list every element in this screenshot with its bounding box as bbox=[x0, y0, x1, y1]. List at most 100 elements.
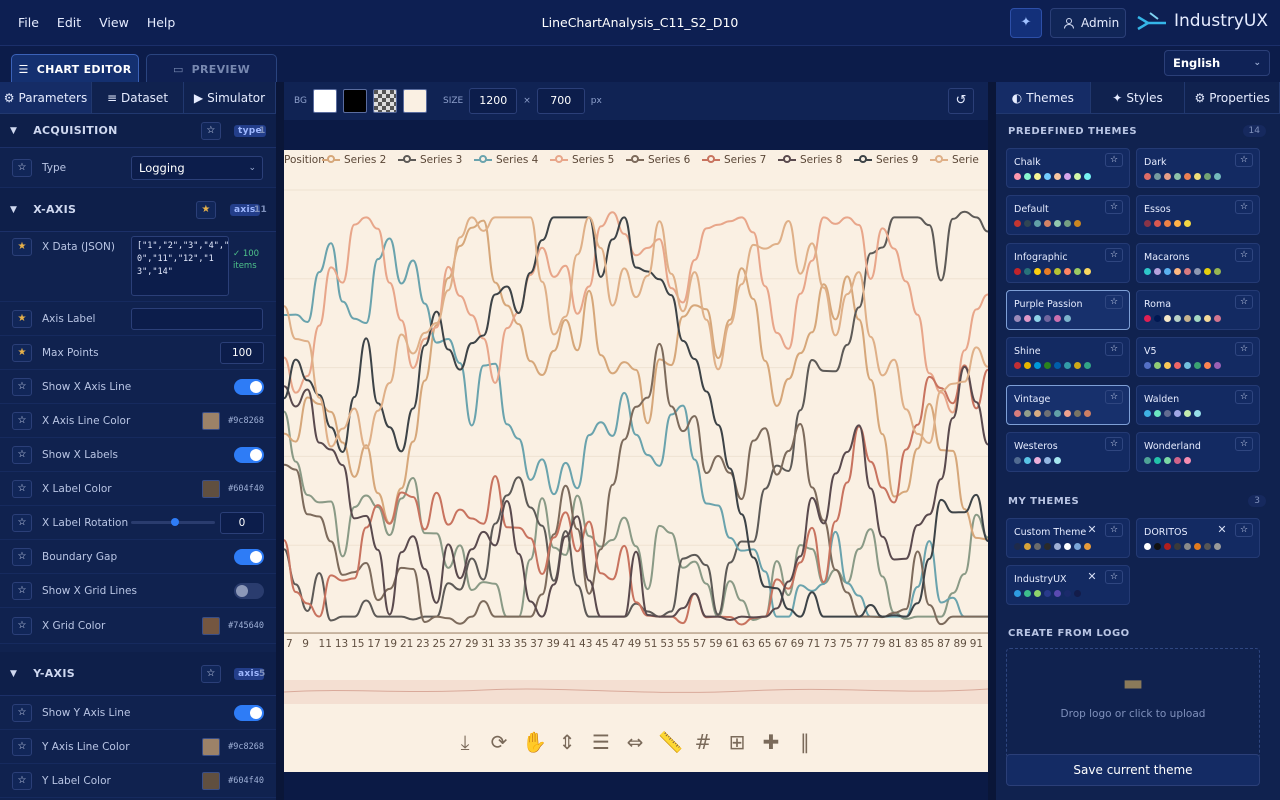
show-x-axis-line-toggle[interactable] bbox=[234, 378, 264, 395]
vertical-zoom-icon[interactable]: ⇕ bbox=[556, 730, 578, 754]
star-icon[interactable]: ☆ bbox=[12, 771, 32, 790]
star-icon[interactable]: ☆ bbox=[1235, 436, 1253, 451]
lines-icon[interactable]: ☰ bbox=[590, 730, 612, 754]
bg-black-swatch[interactable] bbox=[343, 89, 367, 113]
show-y-axis-line-toggle[interactable] bbox=[234, 704, 264, 721]
y-axis-line-color-swatch[interactable] bbox=[202, 737, 220, 756]
star-icon[interactable]: ★ bbox=[196, 200, 216, 219]
star-icon[interactable]: ☆ bbox=[1235, 153, 1253, 167]
star-icon[interactable]: ☆ bbox=[12, 479, 32, 498]
show-x-labels-toggle[interactable] bbox=[234, 446, 264, 463]
theme-card[interactable]: DORITOS ☆ ✕ bbox=[1136, 518, 1260, 558]
theme-card[interactable]: Purple Passion ☆ bbox=[1006, 289, 1130, 330]
x-data-textarea[interactable]: ["1","2","3","4","5","6","7","8","9","10… bbox=[131, 236, 229, 296]
star-icon[interactable]: ★ bbox=[12, 309, 32, 328]
theme-card[interactable]: Walden ☆ bbox=[1136, 384, 1260, 425]
star-icon[interactable]: ☆ bbox=[1105, 523, 1123, 537]
line-chart-plot[interactable] bbox=[284, 150, 988, 634]
download-icon[interactable]: ⤓ bbox=[454, 730, 476, 754]
star-icon[interactable]: ☆ bbox=[1105, 200, 1123, 215]
show-x-grid-toggle[interactable] bbox=[234, 582, 264, 599]
close-icon[interactable]: ✕ bbox=[1083, 570, 1101, 584]
theme-card[interactable]: Essos ☆ bbox=[1136, 195, 1260, 236]
star-icon[interactable]: ☆ bbox=[1105, 153, 1123, 167]
horizontal-zoom-icon[interactable]: ⇔ bbox=[624, 730, 646, 754]
star-icon[interactable]: ☆ bbox=[1105, 436, 1123, 451]
section-acquisition[interactable]: ▼ ACQUISITION ☆ type 1 bbox=[0, 114, 276, 148]
theme-card[interactable]: V5 ☆ bbox=[1136, 337, 1260, 378]
tab-properties[interactable]: ⚙ Properties bbox=[1185, 82, 1280, 113]
tab-parameters[interactable]: ⚙ Parameters bbox=[0, 82, 92, 113]
max-points-input[interactable]: 100 bbox=[220, 341, 264, 364]
admin-button[interactable]: Admin bbox=[1050, 8, 1126, 38]
tab-dataset[interactable]: ≡ Dataset bbox=[92, 82, 184, 113]
star-icon[interactable]: ☆ bbox=[1235, 389, 1253, 404]
tab-chart-editor[interactable]: ☰ CHART EDITOR bbox=[11, 54, 139, 84]
width-input[interactable]: 1200 bbox=[469, 88, 518, 114]
series-line[interactable] bbox=[284, 216, 988, 450]
tab-styles[interactable]: ✦ Styles bbox=[1091, 82, 1186, 113]
crosshair-icon[interactable]: ✚ bbox=[760, 730, 782, 754]
save-theme-button[interactable]: Save current theme bbox=[1006, 754, 1260, 786]
series-line[interactable] bbox=[284, 365, 988, 622]
section-y-axis[interactable]: ▼ Y-AXIS ☆ axis 5 bbox=[0, 652, 276, 696]
right-resize-handle[interactable] bbox=[988, 82, 996, 800]
theme-card[interactable]: Wonderland ☆ bbox=[1136, 431, 1260, 472]
x-grid-color-swatch[interactable] bbox=[202, 616, 220, 635]
grid-icon[interactable]: # bbox=[692, 730, 714, 754]
boundary-gap-toggle[interactable] bbox=[234, 548, 264, 565]
type-select[interactable]: Logging ⌄ bbox=[131, 155, 263, 180]
theme-card[interactable]: IndustryUX ☆ ✕ bbox=[1006, 565, 1130, 605]
theme-card[interactable]: Default ☆ bbox=[1006, 195, 1130, 236]
star-icon[interactable]: ☆ bbox=[201, 121, 221, 140]
section-x-axis[interactable]: ▼ X-AXIS ★ axis 11 bbox=[0, 188, 276, 232]
star-icon[interactable]: ☆ bbox=[1235, 294, 1253, 309]
theme-card[interactable]: Shine ☆ bbox=[1006, 337, 1130, 378]
star-icon[interactable]: ★ bbox=[12, 343, 32, 362]
star-icon[interactable]: ☆ bbox=[12, 445, 32, 464]
theme-card[interactable]: Westeros ☆ bbox=[1006, 431, 1130, 472]
pan-hand-icon[interactable]: ✋ bbox=[522, 730, 547, 754]
reset-icon[interactable]: ⟳ bbox=[488, 730, 510, 754]
star-icon[interactable]: ☆ bbox=[12, 377, 32, 396]
bg-white-swatch[interactable] bbox=[313, 89, 337, 113]
y-label-color-swatch[interactable] bbox=[202, 771, 220, 790]
theme-card[interactable]: Dark ☆ bbox=[1136, 148, 1260, 188]
star-icon[interactable]: ☆ bbox=[1105, 247, 1123, 262]
star-icon[interactable]: ☆ bbox=[12, 158, 32, 177]
theme-card[interactable]: Chalk ☆ bbox=[1006, 148, 1130, 188]
tab-preview[interactable]: ▭ PREVIEW bbox=[146, 54, 277, 84]
ruler-icon[interactable]: 📏 bbox=[658, 730, 683, 754]
theme-card[interactable]: Macarons ☆ bbox=[1136, 242, 1260, 283]
refresh-button[interactable]: ↺ bbox=[948, 88, 974, 114]
theme-card[interactable]: Custom Theme ☆ ✕ bbox=[1006, 518, 1130, 558]
theme-card[interactable]: Roma ☆ bbox=[1136, 289, 1260, 330]
tab-simulator[interactable]: ▶ Simulator bbox=[184, 82, 276, 113]
logo-dropzone[interactable]: ▬ Drop logo or click to upload bbox=[1006, 648, 1260, 758]
x-label-color-swatch[interactable] bbox=[202, 479, 220, 498]
star-icon[interactable]: ☆ bbox=[12, 737, 32, 756]
x-label-rotation-slider[interactable] bbox=[131, 518, 215, 526]
theme-card[interactable]: Vintage ☆ bbox=[1006, 384, 1130, 425]
star-icon[interactable]: ☆ bbox=[1235, 200, 1253, 215]
star-icon[interactable]: ☆ bbox=[1235, 247, 1253, 262]
x-label-rotation-input[interactable]: 0 bbox=[220, 511, 264, 534]
star-icon[interactable]: ★ bbox=[12, 238, 32, 256]
series-line[interactable] bbox=[284, 216, 988, 618]
star-icon[interactable]: ☆ bbox=[12, 616, 32, 635]
series-line[interactable] bbox=[284, 210, 988, 622]
star-icon[interactable]: ☆ bbox=[201, 664, 221, 683]
star-icon[interactable]: ☆ bbox=[12, 581, 32, 600]
series-line[interactable] bbox=[284, 342, 988, 626]
theme-card[interactable]: Infographic ☆ bbox=[1006, 242, 1130, 283]
language-select[interactable]: English ⌄ bbox=[1164, 50, 1270, 76]
x-axis-line-color-swatch[interactable] bbox=[202, 411, 220, 430]
star-icon[interactable]: ☆ bbox=[12, 513, 32, 532]
close-icon[interactable]: ✕ bbox=[1083, 523, 1101, 537]
left-resize-handle[interactable] bbox=[276, 82, 284, 800]
tab-themes[interactable]: ◐ Themes bbox=[996, 82, 1091, 113]
axis-label-input[interactable] bbox=[131, 307, 263, 330]
star-icon[interactable]: ☆ bbox=[12, 547, 32, 566]
star-icon[interactable]: ☆ bbox=[12, 411, 32, 430]
star-icon[interactable]: ☆ bbox=[1105, 389, 1123, 404]
